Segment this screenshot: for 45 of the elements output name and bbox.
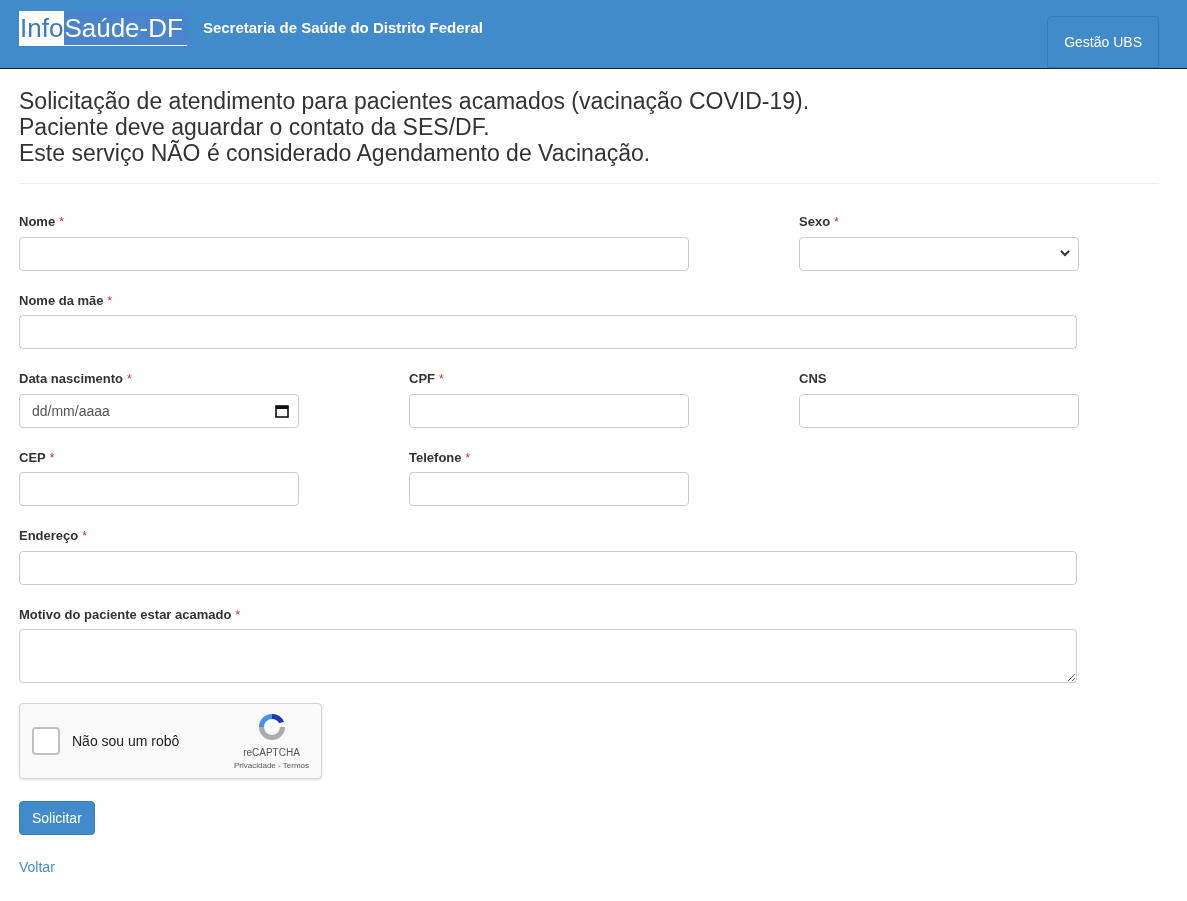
calendar-icon[interactable] — [275, 403, 289, 418]
required-mark: * — [439, 371, 444, 388]
submit-button[interactable]: Solicitar — [19, 801, 95, 835]
site-title: Secretaria de Saúde do Distrito Federal — [202, 18, 483, 38]
page-heading: Paciente deve aguardar o contato da SES/DF. — [19, 114, 491, 140]
text-field[interactable] — [19, 472, 299, 506]
field-label: Sexo — [799, 213, 831, 231]
chevron-down-icon — [1060, 250, 1070, 257]
required-mark: * — [465, 449, 471, 467]
page-heading: Solicitação de atendimento para pacientes acamados (vacinação COVID-19). — [19, 88, 811, 114]
text-field[interactable] — [409, 472, 689, 506]
field-label: Data nascimento — [19, 370, 124, 388]
field-label: Nome — [19, 213, 56, 231]
nav-button[interactable]: Gestão UBS — [1047, 16, 1159, 68]
field-label: Motivo do paciente estar acamado — [19, 605, 232, 624]
captcha-label: Não sou um robô — [72, 731, 180, 751]
date-field[interactable]: dd/mm/aaaa — [19, 393, 299, 428]
text-field[interactable] — [19, 315, 1077, 349]
text-field[interactable] — [19, 236, 689, 271]
field-label: CPF — [409, 370, 435, 388]
required-mark: * — [82, 528, 87, 545]
field-label: Telefone — [409, 448, 462, 467]
text-field[interactable] — [409, 393, 689, 428]
text-area[interactable] — [19, 629, 1077, 683]
select-field[interactable] — [799, 236, 1079, 271]
logo-text: Info — [19, 11, 65, 45]
logo-text: Saúde-DF — [64, 11, 187, 45]
required-mark: * — [59, 214, 64, 231]
field-label: CEP — [19, 448, 46, 467]
field-label: Nome da mãe — [19, 291, 104, 310]
required-mark: * — [49, 449, 55, 467]
required-mark: * — [127, 371, 132, 388]
logo[interactable]: InfoSaúde-DF — [19, 11, 187, 46]
field-label: CNS — [799, 370, 827, 388]
page-heading: Este serviço NÃO é considerado Agendamento de Vacinação. — [19, 140, 652, 166]
captcha-checkbox[interactable] — [32, 727, 60, 755]
required-mark: * — [107, 292, 113, 310]
required-mark: * — [235, 606, 241, 624]
field-label: Endereço — [19, 527, 79, 545]
captcha-brand: reCAPTCHA — [243, 745, 300, 760]
text-field[interactable] — [19, 550, 1077, 585]
captcha-links[interactable]: Privacidade - Termos — [234, 759, 309, 772]
back-link[interactable]: Voltar — [19, 859, 55, 875]
required-mark: * — [834, 214, 839, 231]
text-field[interactable] — [799, 393, 1079, 428]
